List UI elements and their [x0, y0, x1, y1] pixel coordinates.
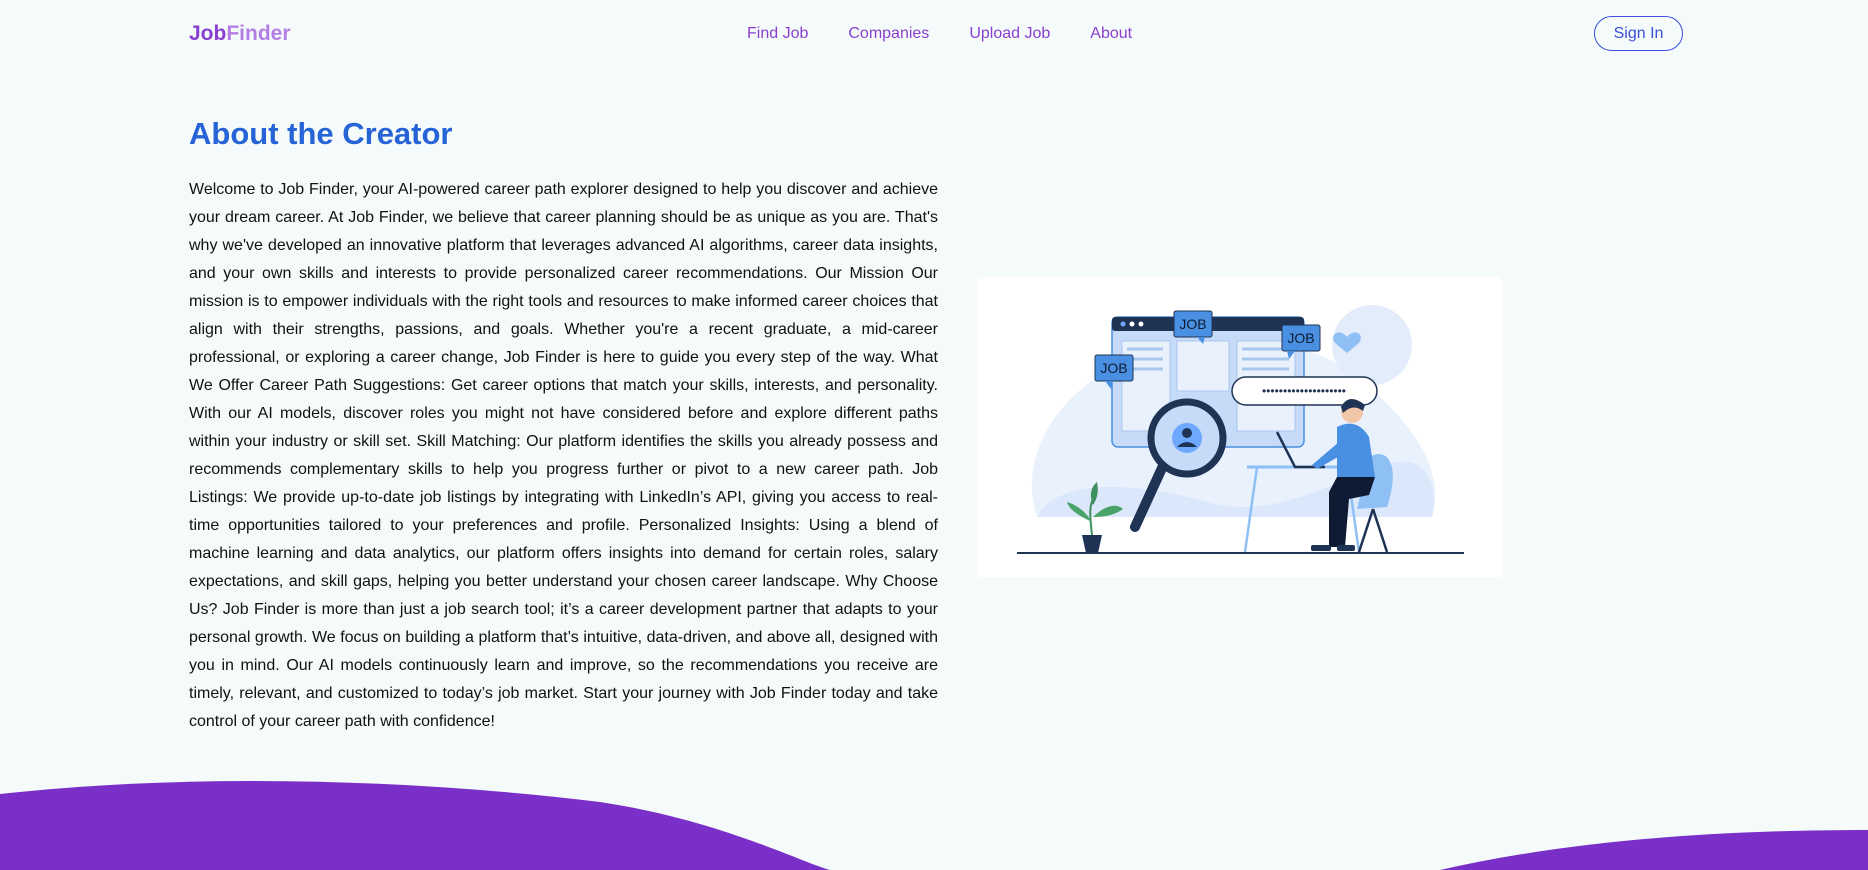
password-dots: ••••••••••••••••••••	[1262, 384, 1346, 398]
nav-link-about[interactable]: About	[1090, 25, 1132, 43]
logo[interactable]: JobFinder	[189, 22, 291, 46]
nav-link-find-job[interactable]: Find Job	[747, 25, 808, 43]
job-tag-label: JOB	[1100, 360, 1127, 376]
job-search-illustration: JOB JOB JOB ••••••••••••••••••••	[977, 277, 1502, 577]
job-tag-label: JOB	[1287, 330, 1314, 346]
job-tag-label: JOB	[1179, 316, 1206, 332]
footer-wave	[0, 780, 1868, 870]
logo-part-job: Job	[189, 22, 227, 45]
browser-dot	[1120, 321, 1126, 327]
logo-part-finder: Finder	[226, 22, 291, 45]
illustration-svg: JOB JOB JOB ••••••••••••••••••••	[1017, 305, 1464, 554]
nav-links: Find Job Companies Upload Job About	[747, 25, 1132, 43]
nav-link-upload-job[interactable]: Upload Job	[969, 25, 1050, 43]
navbar: JobFinder Find Job Companies Upload Job …	[0, 0, 1868, 70]
content-card	[1176, 340, 1230, 392]
browser-dot	[1138, 321, 1144, 327]
page-title: About the Creator	[189, 116, 453, 151]
nav-link-companies[interactable]: Companies	[848, 25, 929, 43]
sign-in-button[interactable]: Sign In	[1594, 16, 1683, 51]
browser-dot	[1129, 321, 1135, 327]
about-body-text: Welcome to Job Finder, your AI-powered c…	[189, 181, 938, 730]
